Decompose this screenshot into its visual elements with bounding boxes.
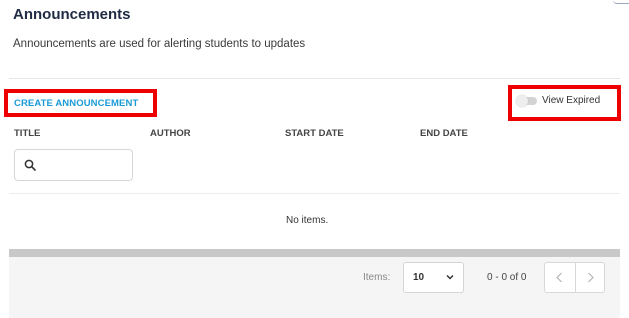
horizontal-scrollbar[interactable]	[9, 249, 620, 257]
title-filter-box[interactable]	[14, 149, 133, 181]
view-expired-label: View Expired	[542, 95, 601, 106]
column-header-author[interactable]: AUTHOR	[150, 128, 191, 139]
page-title: Announcements	[13, 6, 131, 23]
announcements-page: Announcements Announcements are used for…	[0, 0, 629, 318]
pagination-range: 0 - 0 of 0	[487, 272, 527, 283]
search-icon	[24, 159, 36, 171]
chevron-right-icon	[588, 272, 594, 283]
items-per-page-label: Items:	[363, 272, 391, 283]
chevron-down-icon	[446, 274, 454, 280]
page-header: Announcements Announcements are used for…	[0, 0, 629, 78]
view-expired-toggle-knob[interactable]	[516, 95, 528, 107]
title-search-input[interactable]	[41, 156, 127, 176]
column-header-start-date[interactable]: START DATE	[285, 128, 344, 139]
column-header-end-date[interactable]: END DATE	[420, 128, 468, 139]
pager-buttons	[544, 262, 605, 293]
column-header-title[interactable]: TITLE	[14, 128, 40, 139]
header-divider	[9, 78, 620, 79]
empty-table-message: No items.	[286, 215, 329, 226]
chevron-left-icon	[556, 272, 562, 283]
pagination-footer	[9, 257, 620, 318]
page-size-select[interactable]: 10	[403, 262, 464, 293]
create-announcement-button[interactable]: CREATE ANNOUNCEMENT	[14, 98, 138, 109]
corner-decoration	[613, 0, 629, 4]
table-row-divider	[9, 193, 620, 194]
previous-page-button[interactable]	[545, 263, 575, 292]
page-size-value: 10	[413, 272, 425, 283]
next-page-button[interactable]	[576, 263, 606, 292]
page-subtitle: Announcements are used for alerting stud…	[13, 38, 306, 50]
